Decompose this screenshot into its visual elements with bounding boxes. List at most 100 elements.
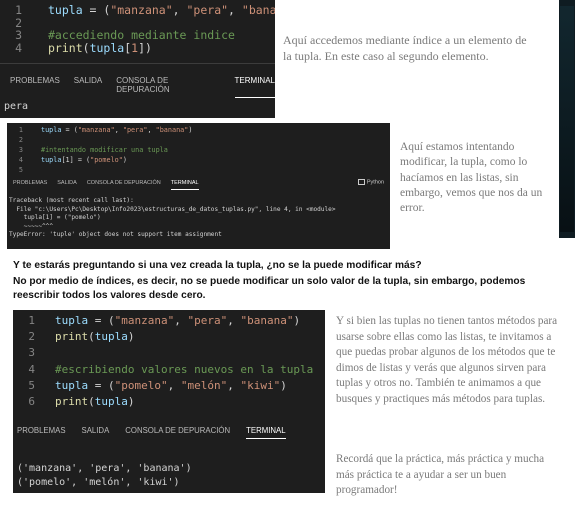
code-token: [1] = ( [61, 156, 91, 164]
tab-problemas[interactable]: PROBLEMAS [17, 426, 66, 435]
code-token: tupla [94, 330, 128, 344]
code-line: 2 [7, 135, 390, 145]
code-token: "banana" [155, 126, 189, 134]
code-token: ( [88, 330, 95, 344]
code-token: , [227, 378, 241, 392]
tab-problemas[interactable]: PROBLEMAS [10, 76, 60, 94]
code-token: "pera" [186, 3, 229, 17]
tab-terminal[interactable]: TERMINAL [246, 426, 287, 439]
line-number: 2 [28, 330, 35, 344]
caption-modify-error: Aquí estamos intentando modificar, la tu… [400, 141, 543, 215]
code-token: tupla [89, 40, 125, 55]
code-token: print [48, 40, 83, 55]
code-line: 1tupla = ("manzana", "pera", "banana") [7, 125, 390, 135]
tab-problemas[interactable]: PROBLEMAS [13, 180, 47, 186]
code-token: "banana" [240, 314, 294, 327]
output-line: File "c:\Users\Pc\Desktop\Info2023\estru… [9, 205, 336, 213]
code-token: "pera" [187, 314, 228, 327]
code-token: "kiwi" [240, 378, 281, 392]
code-screenshot-2: 1 tupla = ("manzana", "pera", "banana") 2 … [7, 123, 390, 249]
code-token: , [114, 126, 123, 134]
tab-terminal[interactable]: TERMINAL [170, 180, 199, 190]
line-number: 4 [15, 40, 22, 55]
tab-consola-de-depuraci-n[interactable]: CONSOLA DE DEPURACIÓN [87, 180, 161, 186]
code-token: ) [127, 395, 135, 409]
terminal-icon [357, 179, 365, 185]
code-token: tupla [41, 126, 62, 134]
code-token: tupla [94, 395, 128, 409]
code-token: ) [188, 126, 193, 134]
caption-practice: Recordá que la práctica, más práctica y … [336, 453, 545, 497]
code-screenshot-1: 1tupla = ("manzana", "pera", "banana")2 … [0, 0, 275, 118]
line-number: 1 [18, 126, 23, 134]
caption-methods: Y si bien las tuplas no tienen tantos mé… [336, 315, 558, 405]
line-number: 1 [15, 3, 22, 17]
code-line: 5 [7, 165, 390, 175]
line-number: 4 [28, 362, 35, 376]
tab-terminal[interactable]: TERMINAL [234, 76, 275, 98]
code-token: print [55, 330, 89, 344]
code-token: "manzana" [110, 3, 173, 17]
tab-salida[interactable]: SALIDA [82, 426, 110, 435]
output-line: Traceback (most recent call last): [9, 197, 134, 204]
line-number: 5 [28, 378, 35, 392]
code-line: 4 tupla[1] = ("pomelo") [7, 155, 390, 165]
code-token: "pomelo" [90, 156, 123, 164]
code-line: 3 [13, 345, 325, 361]
code-token: , [228, 3, 242, 17]
code-line: 2 print(tupla) [13, 329, 325, 345]
tab-consola-de-depuraci-n[interactable]: CONSOLA DE DEPURACIÓN [125, 426, 230, 435]
code-token: tupla [55, 314, 89, 327]
code-token: "manzana" [114, 314, 175, 327]
code-token: , [167, 378, 181, 392]
answer-text: No por medio de índices, es decir, no se… [13, 276, 526, 301]
code-token: ( [82, 40, 90, 55]
code-line: 4 #escribiendo valores nuevos en la tupla [13, 362, 325, 378]
code-editor: 1tupla = ("manzana", "pera", "banana")2 … [0, 4, 275, 54]
code-token: #escribiendo valores nuevos en la tupla [55, 362, 314, 376]
code-screenshot-3: 1 tupla = ("manzana", "pera", "banana") 2 p… [13, 310, 325, 493]
code-line: 1tupla = ("manzana", "pera", "banana") [0, 4, 275, 17]
terminal-output: ('manzana', 'pera', 'banana') ('pomelo', … [17, 462, 192, 490]
output-line: ('manzana', 'pera', 'banana') [17, 463, 192, 474]
code-token: "banana" [241, 3, 275, 17]
code-token: = ( [61, 126, 78, 134]
code-token: , [172, 3, 187, 17]
code-token: tupla [48, 3, 83, 17]
python-label: Python [357, 179, 384, 185]
line-number: 6 [28, 395, 35, 409]
question-text: Y te estarás preguntando si una vez crea… [13, 260, 422, 271]
tab-consola-de-depuraci-n[interactable]: CONSOLA DE DEPURACIÓN [116, 76, 220, 94]
tab-salida[interactable]: SALIDA [74, 76, 102, 94]
output-line: TypeError: 'tuple' object does not suppo… [9, 231, 222, 239]
output-line: tupla[1] = ("pomelo") [9, 214, 101, 222]
code-line: 4 print(tupla[1]) [0, 40, 275, 55]
code-token: "pera" [122, 126, 148, 134]
code-token: tupla [41, 156, 62, 164]
code-token: ) [122, 156, 127, 164]
line-number: 4 [18, 156, 23, 164]
tab-salida[interactable]: SALIDA [57, 180, 77, 186]
code-token: tupla [55, 378, 89, 392]
caption-indexing: Aquí accedemos mediante índice a un elem… [283, 33, 527, 63]
panel-tabs: PROBLEMAS SALIDA CONSOLA DE DEPURACIÓN TERM… [17, 426, 325, 439]
code-token: "melón" [180, 378, 228, 392]
code-token: = ( [82, 3, 111, 17]
output-line: ('pomelo', 'melón', 'kiwi') [17, 477, 180, 488]
code-token: ]) [138, 40, 152, 55]
code-token: = ( [88, 378, 115, 392]
code-line: 3 #intentando modificar una tupla [7, 145, 390, 155]
code-token: , [174, 314, 188, 327]
code-token: #intentando modificar una tupla [41, 146, 168, 154]
code-token: ) [293, 314, 301, 327]
panel-tabs: PROBLEMAS SALIDA CONSOLA DE DEPURACIÓN TERM… [10, 76, 275, 98]
output-line: ~~~~~^^^ [9, 222, 54, 230]
line-number: 3 [15, 28, 22, 42]
code-token: "manzana" [77, 126, 115, 134]
code-line: 1tupla = ("manzana", "pera", "banana") [13, 313, 325, 329]
code-line: 5 tupla = ("pomelo", "melón", "kiwi") [13, 378, 325, 394]
terminal-output: pera [4, 101, 29, 112]
code-token: print [55, 395, 89, 409]
code-editor: 1 tupla = ("manzana", "pera", "banana") 2 p… [13, 313, 325, 410]
code-token: "pomelo" [114, 378, 168, 392]
